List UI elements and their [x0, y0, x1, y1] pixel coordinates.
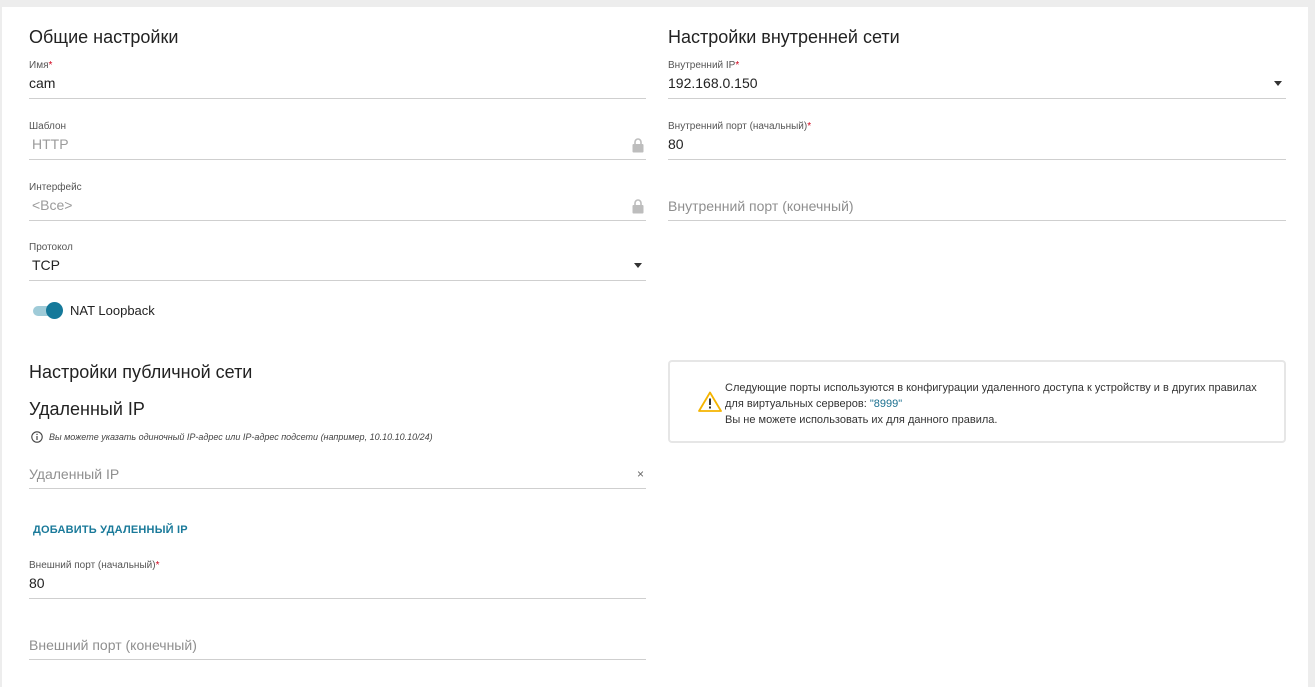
notice-line-1: Следующие порты используются в конфигура…	[725, 382, 1257, 394]
ports-warning-notice: Следующие порты используются в конфигура…	[668, 360, 1286, 443]
protocol-select[interactable]: TCP	[29, 249, 646, 281]
remote-ip-text-input[interactable]	[29, 466, 585, 482]
internal-ip-value: 192.168.0.150	[668, 75, 758, 91]
name-field[interactable]: cam	[29, 67, 646, 99]
notice-line-3: Вы не можете использовать их для данного…	[725, 414, 998, 426]
internal-settings-title: Настройки внутренней сети	[668, 27, 900, 47]
chevron-down-icon	[634, 263, 642, 268]
notice-ports: "8999"	[869, 398, 903, 410]
interface-field: <Все>	[29, 189, 646, 221]
chevron-down-icon	[1274, 81, 1282, 86]
template-field: HTTP	[29, 128, 646, 160]
internal-port-end-input[interactable]	[668, 189, 1286, 221]
notice-text: Следующие порты используются в конфигура…	[725, 380, 1280, 428]
nat-loopback-toggle[interactable]	[33, 302, 63, 319]
internal-ip-select[interactable]: 192.168.0.150	[668, 67, 1286, 99]
remote-ip-hint: Вы можете указать одиночный IP-адрес или…	[49, 432, 433, 442]
settings-card: Общие настройки Имя* cam Шаблон HTTP Инт…	[2, 7, 1308, 687]
template-value: HTTP	[32, 136, 69, 152]
lock-icon	[632, 138, 644, 153]
warning-icon	[698, 391, 722, 412]
notice-line-2: для виртуальных серверов: "8999"	[725, 398, 903, 410]
internal-port-end-text-input[interactable]	[668, 198, 1225, 214]
protocol-value: TCP	[32, 257, 60, 273]
interface-value: <Все>	[32, 197, 73, 213]
nat-loopback-label: NAT Loopback	[70, 303, 155, 318]
remote-ip-input[interactable]: ×	[29, 457, 646, 489]
remote-ip-title: Удаленный IP	[29, 399, 145, 419]
lock-icon	[632, 199, 644, 214]
internal-port-start-value: 80	[668, 136, 684, 152]
info-icon	[31, 431, 43, 443]
clear-icon[interactable]: ×	[637, 468, 644, 480]
general-settings-title: Общие настройки	[29, 27, 179, 47]
internal-port-start-field[interactable]: 80	[668, 128, 1286, 160]
name-value: cam	[29, 75, 56, 91]
toggle-knob	[46, 302, 63, 319]
add-remote-ip-button[interactable]: ДОБАВИТЬ УДАЛЕННЫЙ IP	[33, 524, 188, 536]
ext-port-start-value: 80	[29, 575, 45, 591]
public-settings-title: Настройки публичной сети	[29, 362, 253, 382]
ext-port-end-text-input[interactable]	[29, 637, 585, 653]
ext-port-end-input[interactable]	[29, 628, 646, 660]
ext-port-start-field[interactable]: 80	[29, 567, 646, 599]
